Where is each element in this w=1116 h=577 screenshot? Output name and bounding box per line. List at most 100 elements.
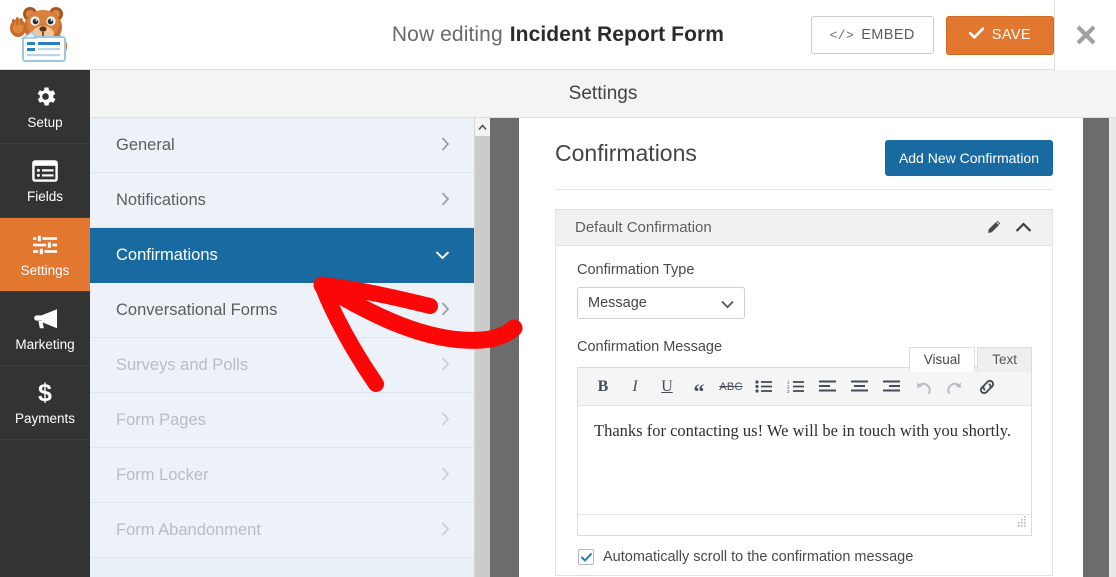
bullet-list-icon[interactable] [748, 372, 778, 402]
nav-item-conversational-forms-label: Conversational Forms [116, 300, 278, 319]
auto-scroll-row: Automatically scroll to the confirmation… [578, 549, 1032, 565]
list-icon [32, 158, 58, 184]
nav-item-form-locker-label: Form Locker [116, 465, 209, 484]
sidebar-item-settings-label: Settings [20, 262, 70, 278]
gear-icon [33, 84, 58, 110]
scrollbar-thumb[interactable] [475, 136, 490, 577]
editor-box: B I U “ ABC 1 2 3 Thanks for contacting … [577, 367, 1032, 536]
form-name: Incident Report Form [509, 23, 725, 46]
nav-item-form-locker[interactable]: Form Locker [90, 448, 474, 503]
confirmation-type-select[interactable]: Message [577, 287, 745, 319]
form-builder-window: Now editing Incident Report Form </> EMB… [0, 0, 1116, 577]
redo-icon[interactable] [940, 372, 970, 402]
confirmations-panel: Confirmations Add New Confirmation Defau… [519, 118, 1083, 577]
editor-tabs: Visual Text [908, 347, 1032, 372]
window-right-edge [1109, 118, 1116, 577]
default-confirmation-card: Default Confirmation Confirmation Type M… [555, 209, 1053, 576]
settings-nav-list: General Notifications Confirmations Conv… [90, 118, 474, 577]
align-right-icon[interactable] [876, 372, 906, 402]
auto-scroll-checkbox[interactable] [578, 549, 594, 565]
editor-content-area[interactable]: Thanks for contacting us! We will be in … [578, 406, 1031, 514]
link-icon[interactable] [972, 372, 1002, 402]
sliders-icon [32, 232, 58, 258]
chevron-up-icon[interactable] [1008, 222, 1038, 233]
top-header-bar: Now editing Incident Report Form </> EMB… [0, 0, 1116, 70]
nav-item-conversational-forms[interactable]: Conversational Forms [90, 283, 474, 338]
settings-header-title: Settings [568, 82, 638, 104]
default-confirmation-card-header: Default Confirmation [556, 210, 1052, 246]
chevron-right-icon [441, 466, 450, 484]
auto-scroll-label: Automatically scroll to the confirmation… [603, 549, 914, 565]
chevron-right-icon [441, 356, 450, 374]
scroll-up-arrow-icon[interactable] [475, 118, 490, 136]
chevron-down-icon [721, 297, 734, 313]
confirmation-type-label: Confirmation Type [577, 262, 695, 278]
sidebar-item-fields[interactable]: Fields [0, 144, 90, 218]
align-left-icon[interactable] [812, 372, 842, 402]
svg-text:$: $ [38, 380, 52, 406]
strikethrough-icon[interactable]: ABC [716, 372, 746, 402]
checkmark-icon [968, 27, 985, 43]
editor-toolbar: B I U “ ABC 1 2 3 [578, 368, 1031, 406]
italic-icon[interactable]: I [620, 372, 650, 402]
resize-grip-icon[interactable] [1016, 514, 1027, 532]
megaphone-icon [32, 306, 59, 332]
builder-sidebar: Setup Fields Settings Marketing $ Paymen… [0, 70, 90, 577]
nav-item-general-label: General [116, 135, 175, 154]
close-icon [1075, 24, 1097, 46]
bold-icon[interactable]: B [588, 372, 618, 402]
embed-button-label: EMBED [861, 27, 915, 43]
undo-icon[interactable] [908, 372, 938, 402]
sidebar-item-payments-label: Payments [14, 410, 76, 426]
chevron-right-icon [441, 136, 450, 154]
chevron-right-icon [441, 521, 450, 539]
embed-button[interactable]: </> EMBED [810, 16, 934, 54]
blockquote-icon[interactable]: “ [684, 372, 714, 402]
sidebar-item-setup-label: Setup [27, 114, 63, 130]
editing-prefix: Now editing [391, 23, 503, 46]
close-button[interactable] [1054, 0, 1116, 70]
chevron-down-icon [435, 248, 450, 263]
default-confirmation-title: Default Confirmation [575, 219, 712, 236]
sidebar-item-marketing[interactable]: Marketing [0, 292, 90, 366]
panel-divider-right [1083, 118, 1109, 577]
editor-footer [578, 514, 1031, 535]
nav-item-general[interactable]: General [90, 118, 474, 173]
panel-divider-left [490, 118, 519, 577]
sidebar-item-payments[interactable]: $ Payments [0, 366, 90, 440]
code-icon: </> [829, 27, 855, 43]
nav-item-form-abandonment[interactable]: Form Abandonment [90, 503, 474, 558]
numbered-list-icon[interactable]: 1 2 3 [780, 372, 810, 402]
nav-item-surveys-and-polls[interactable]: Surveys and Polls [90, 338, 474, 393]
align-center-icon[interactable] [844, 372, 874, 402]
underline-icon[interactable]: U [652, 372, 682, 402]
sidebar-item-marketing-label: Marketing [15, 336, 75, 352]
pencil-icon[interactable] [978, 219, 1008, 236]
tab-text[interactable]: Text [977, 347, 1032, 372]
nav-item-form-abandonment-label: Form Abandonment [116, 520, 261, 539]
save-button[interactable]: SAVE [945, 15, 1054, 55]
dollar-icon: $ [35, 380, 55, 406]
save-button-label: SAVE [991, 27, 1031, 43]
checkmark-icon [580, 552, 592, 562]
header-actions: </> EMBED SAVE [810, 0, 1054, 70]
sidebar-item-setup[interactable]: Setup [0, 70, 90, 144]
chevron-right-icon [441, 301, 450, 319]
nav-item-confirmations[interactable]: Confirmations [90, 228, 474, 283]
nav-item-confirmations-label: Confirmations [116, 245, 218, 264]
default-confirmation-card-body: Confirmation Type Message Confirmation M… [556, 246, 1052, 575]
nav-item-notifications-label: Notifications [116, 190, 206, 209]
chevron-right-icon [441, 191, 450, 209]
nav-item-form-pages[interactable]: Form Pages [90, 393, 474, 448]
confirmations-header: Confirmations Add New Confirmation [555, 132, 1053, 190]
add-new-confirmation-button[interactable]: Add New Confirmation [884, 140, 1053, 176]
settings-nav-scrollbar[interactable] [474, 118, 490, 577]
confirmation-type-value: Message [588, 295, 647, 311]
settings-header: Settings [90, 70, 1116, 118]
nav-item-surveys-and-polls-label: Surveys and Polls [116, 355, 249, 374]
confirmation-message-editor: Visual Text B I U “ ABC 1 2 3 Thanks for… [577, 347, 1032, 536]
nav-item-notifications[interactable]: Notifications [90, 173, 474, 228]
tab-visual[interactable]: Visual [908, 347, 976, 372]
sidebar-item-settings[interactable]: Settings [0, 218, 90, 292]
svg-text:3: 3 [787, 389, 790, 394]
